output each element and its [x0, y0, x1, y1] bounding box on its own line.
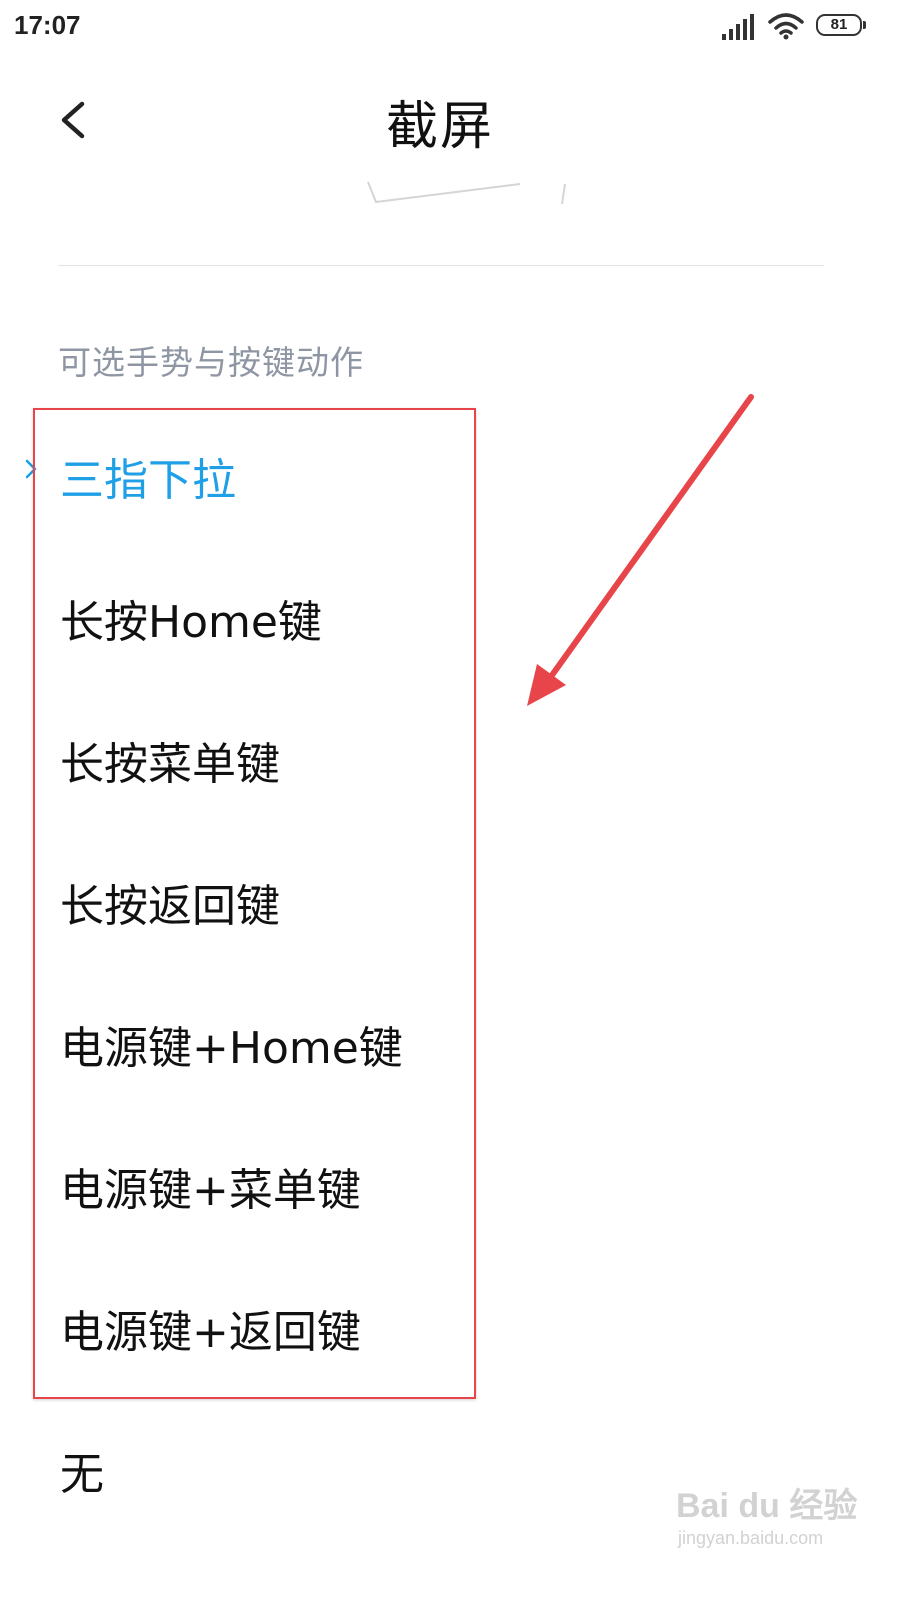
watermark-logo: Bai du 经验 [676, 1487, 858, 1525]
watermark: Bai du 经验 jingyan.baidu.com [676, 1478, 858, 1558]
wifi-icon [768, 13, 804, 40]
status-time: 17:07 [14, 10, 81, 40]
signal-icon [722, 14, 754, 40]
battery-level: 81 [816, 14, 862, 36]
page-title: 截屏 [385, 97, 494, 157]
status-bar: 17:07 81 [0, 0, 900, 56]
battery-tip [863, 21, 866, 29]
divider [58, 265, 824, 266]
annotation-highlight-box [33, 408, 476, 1399]
illustration-fragment [367, 181, 566, 205]
option-label: 无 [60, 1449, 104, 1500]
battery-indicator: 81 [816, 14, 866, 38]
section-header: 可选手势与按键动作 [58, 343, 364, 382]
watermark-url: jingyan.baidu.com [678, 1528, 824, 1548]
